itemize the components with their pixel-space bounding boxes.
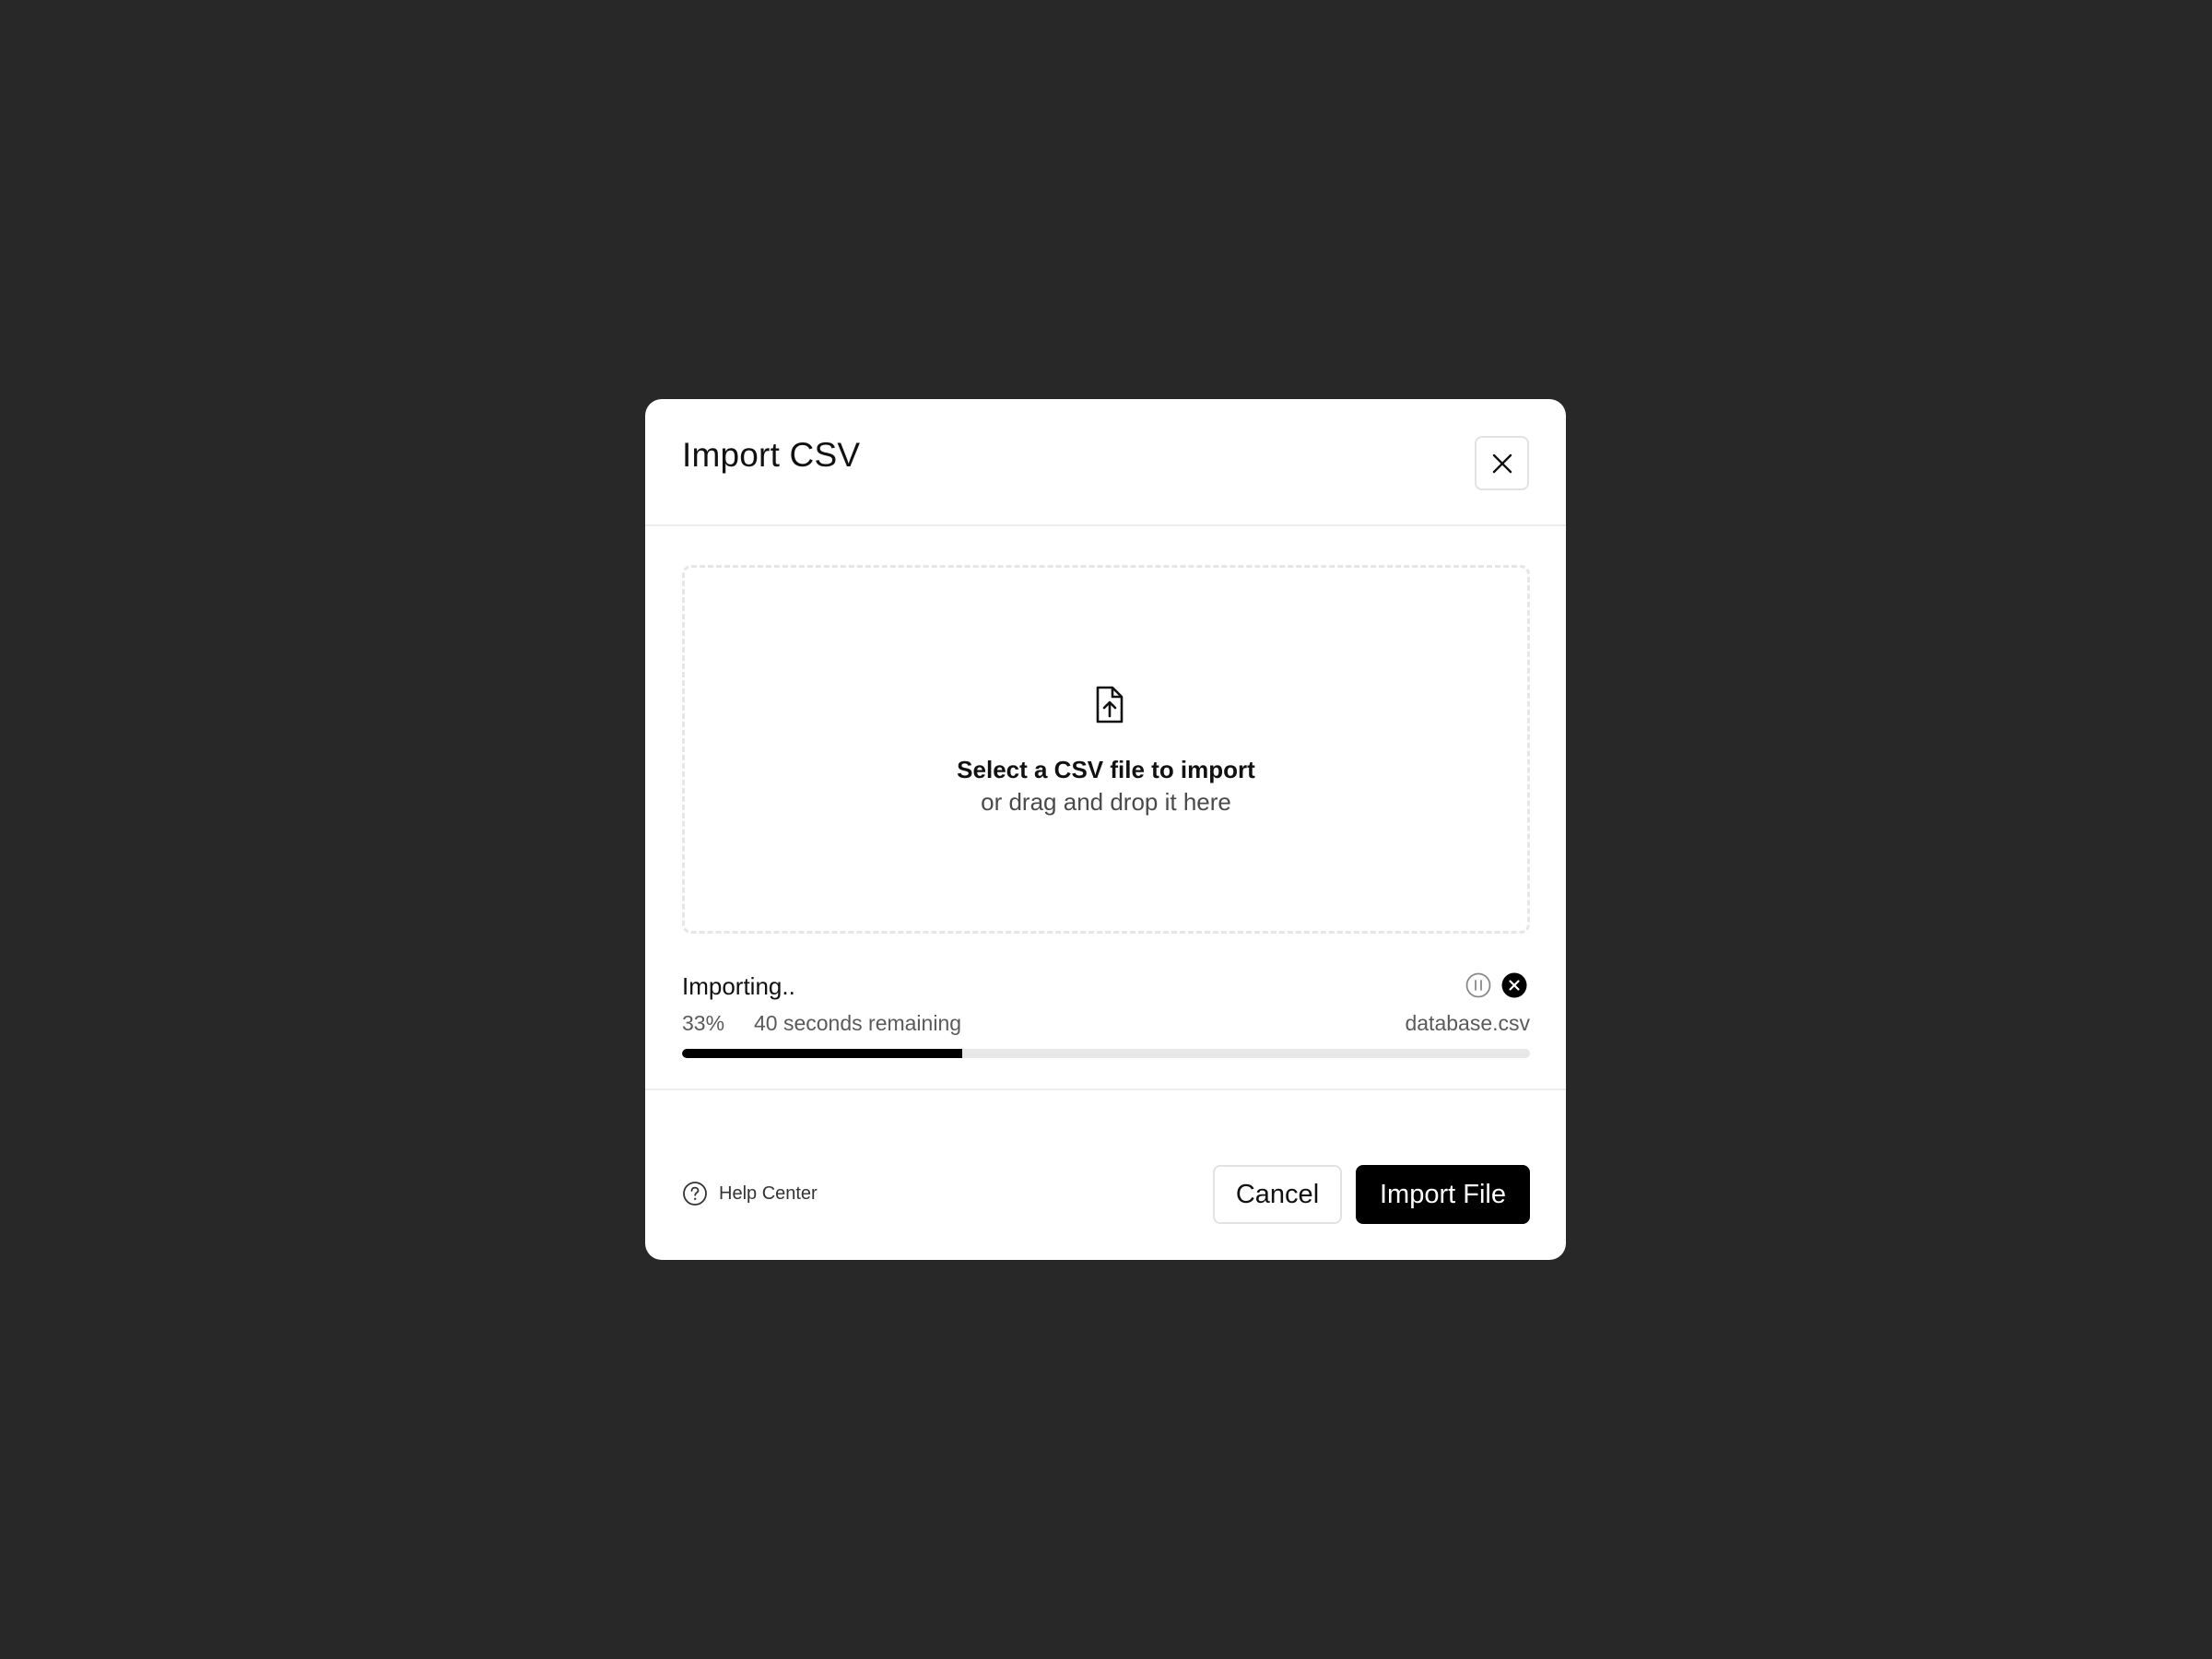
import-progress: Importing.. 33% 40 seconds remaining dat… [682,971,1530,1058]
time-remaining: 40 seconds remaining [754,1011,962,1035]
close-icon [1492,453,1512,473]
file-dropzone[interactable]: Select a CSV file to import or drag and … [682,565,1530,934]
cancel-circle-icon[interactable] [1501,972,1527,998]
progress-bar-fill [682,1049,962,1058]
dropzone-title: Select a CSV file to import [957,756,1255,783]
progress-percent: 33% [682,1011,725,1035]
pause-icon[interactable] [1465,972,1491,998]
help-circle-icon [683,1182,707,1206]
import-csv-dialog: Import CSV Select a CSV file to import o… [645,399,1566,1260]
file-name: database.csv [1405,1011,1530,1035]
close-button[interactable] [1475,436,1529,490]
cancel-button[interactable]: Cancel [1213,1165,1342,1224]
progress-bar [682,1049,1530,1058]
dialog-title: Import CSV [682,436,861,474]
dialog-header: Import CSV [645,399,1566,526]
dropzone-subtitle: or drag and drop it here [981,788,1231,816]
help-center-link[interactable]: Help Center [682,1181,818,1206]
file-upload-icon [1096,686,1124,724]
help-center-label: Help Center [719,1182,818,1204]
import-file-button[interactable]: Import File [1356,1165,1530,1224]
footer-divider [645,1088,1566,1090]
import-status: Importing.. [682,972,795,1000]
